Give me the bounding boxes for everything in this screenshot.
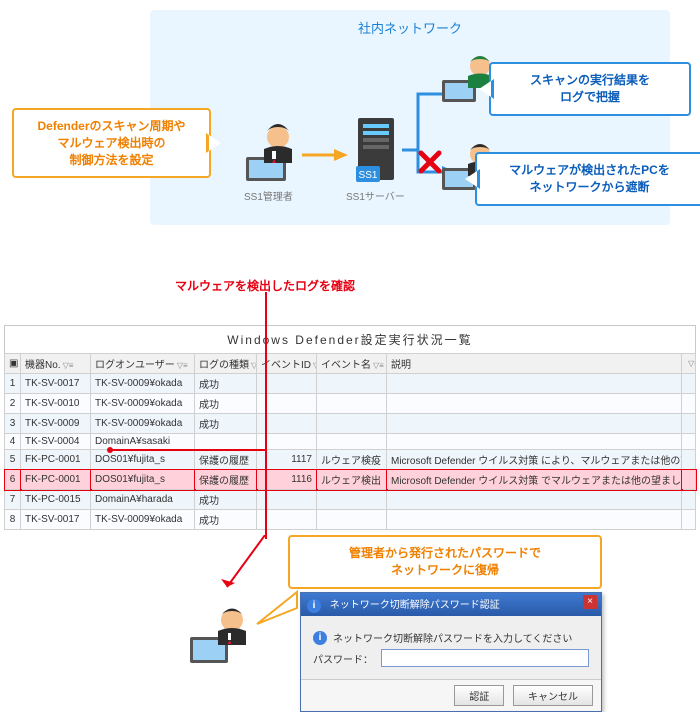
cell: DOS01¥fujita_s — [91, 450, 195, 470]
cell: DomainA¥harada — [91, 490, 195, 510]
row-number: 1 — [5, 374, 21, 394]
arrow-admin-to-server — [300, 145, 350, 165]
cell — [387, 374, 682, 394]
cell: 成功 — [195, 490, 257, 510]
cell: TK-SV-0009¥okada — [91, 374, 195, 394]
table-row[interactable]: 8TK-SV-0017TK-SV-0009¥okada成功 — [5, 510, 696, 530]
cell — [387, 490, 682, 510]
cell: FK-PC-0001 — [21, 450, 91, 470]
cell — [317, 414, 387, 434]
red-pointer-v1 — [265, 292, 267, 449]
callout-recovery: 管理者から発行されたパスワードで ネットワークに復帰 — [288, 535, 602, 589]
cell: ルウェア検出 — [317, 470, 387, 490]
callout-configure-defender: Defenderのスキャン周期や マルウェア検出時の 制御方法を設定 — [12, 108, 211, 178]
cell: FK-PC-0001 — [21, 470, 91, 490]
cell: TK-SV-0009¥okada — [91, 414, 195, 434]
col-description[interactable]: 説明 — [387, 354, 682, 374]
cell: TK-PC-0015 — [21, 490, 91, 510]
col-log-type[interactable]: ログの種類▽≡ — [195, 354, 257, 374]
callout-scan-log: スキャンの実行結果を ログで把握 — [489, 62, 691, 116]
table-row[interactable]: 2TK-SV-0010TK-SV-0009¥okada成功 — [5, 394, 696, 414]
table-header-row: ▣ 機器No.▽≡ ログオンユーザー▽≡ ログの種類▽≡ イベントID▽≡ イベ… — [5, 354, 696, 374]
dialog-titlebar: i ネットワーク切断解除パスワード認証 × — [301, 593, 601, 616]
ss1-server-label: SS1サーバー — [346, 188, 405, 203]
password-dialog: i ネットワーク切断解除パスワード認証 × i ネットワーク切断解除パスワードを… — [300, 592, 602, 712]
cell: DomainA¥sasaki — [91, 434, 195, 450]
col-device-no[interactable]: 機器No.▽≡ — [21, 354, 91, 374]
block-x-icon — [418, 150, 442, 177]
cell: TK-SV-0004 — [21, 434, 91, 450]
cell: TK-SV-0010 — [21, 394, 91, 414]
cell: TK-SV-0017 — [21, 374, 91, 394]
table-row[interactable]: 1TK-SV-0017TK-SV-0009¥okada成功 — [5, 374, 696, 394]
cell: TK-SV-0017 — [21, 510, 91, 530]
cell: 成功 — [195, 510, 257, 530]
cell — [317, 510, 387, 530]
cell: 成功 — [195, 414, 257, 434]
ss1-admin-label: SS1管理者 — [244, 188, 293, 203]
dialog-title-text: ネットワーク切断解除パスワード認証 — [330, 600, 500, 611]
row-number: 8 — [5, 510, 21, 530]
cell — [387, 510, 682, 530]
defender-status-table: Windows Defender設定実行状況一覧 ▣ 機器No.▽≡ ログオンユ… — [4, 325, 696, 530]
callout-block-network: マルウェアが検出されたPCを ネットワークから遮断 — [475, 152, 700, 206]
row-number: 2 — [5, 394, 21, 414]
table-title: Windows Defender設定実行状況一覧 — [4, 325, 696, 353]
cell: DOS01¥fujita_s — [91, 470, 195, 490]
col-logon-user[interactable]: ログオンユーザー▽≡ — [91, 354, 195, 374]
table-row[interactable]: 3TK-SV-0009TK-SV-0009¥okada成功 — [5, 414, 696, 434]
col-tail[interactable]: ▽≡ — [682, 354, 696, 374]
recovery-callout-tail — [253, 590, 299, 630]
red-pointer-v2 — [265, 449, 267, 539]
row-number: 3 — [5, 414, 21, 434]
row-number: 7 — [5, 490, 21, 510]
password-input[interactable] — [381, 649, 589, 667]
table-row[interactable]: 6FK-PC-0001DOS01¥fujita_s保護の履歴1116ルウェア検出… — [5, 470, 696, 490]
cell: TK-SV-0009¥okada — [91, 394, 195, 414]
cell — [387, 394, 682, 414]
dialog-close-button[interactable]: × — [583, 595, 597, 609]
cell: 保護の履歴 — [195, 450, 257, 470]
cell: 成功 — [195, 394, 257, 414]
red-pointer-dot — [107, 447, 113, 453]
row-number: 5 — [5, 450, 21, 470]
cell — [195, 434, 257, 450]
info-icon: i — [313, 631, 327, 645]
cancel-button[interactable]: キャンセル — [513, 685, 593, 706]
cell — [317, 434, 387, 450]
dialog-message: ネットワーク切断解除パスワードを入力してください — [333, 630, 572, 645]
info-icon: i — [307, 599, 321, 613]
auth-button[interactable]: 認証 — [454, 685, 504, 706]
cell: ルウェア検疫 — [317, 450, 387, 470]
cell: 成功 — [195, 374, 257, 394]
cell: 保護の履歴 — [195, 470, 257, 490]
cell: TK-SV-0009¥okada — [91, 510, 195, 530]
cell: Microsoft Defender ウイルス対策 により、マルウェアまたは他の… — [387, 450, 682, 470]
cell: Microsoft Defender ウイルス対策 でマルウェアまたは他の望まし… — [387, 470, 682, 490]
cell — [387, 434, 682, 450]
ss1-server-icon: SS1 — [350, 112, 402, 195]
table-row[interactable]: 7TK-PC-0015DomainA¥harada成功 — [5, 490, 696, 510]
cell — [317, 394, 387, 414]
cell: TK-SV-0009 — [21, 414, 91, 434]
svg-text:SS1: SS1 — [359, 170, 378, 181]
ss1-admin-icon — [240, 115, 300, 188]
col-event-name[interactable]: イベント名▽≡ — [317, 354, 387, 374]
row-number: 4 — [5, 434, 21, 450]
table-corner: ▣ — [5, 354, 21, 374]
cell — [387, 414, 682, 434]
red-pointer-h — [110, 449, 267, 451]
network-title: 社内ネットワーク — [150, 18, 670, 37]
cell — [317, 490, 387, 510]
password-label: パスワード： — [313, 651, 381, 666]
recovery-user-icon — [188, 605, 250, 674]
cell — [317, 374, 387, 394]
row-number: 6 — [5, 470, 21, 490]
